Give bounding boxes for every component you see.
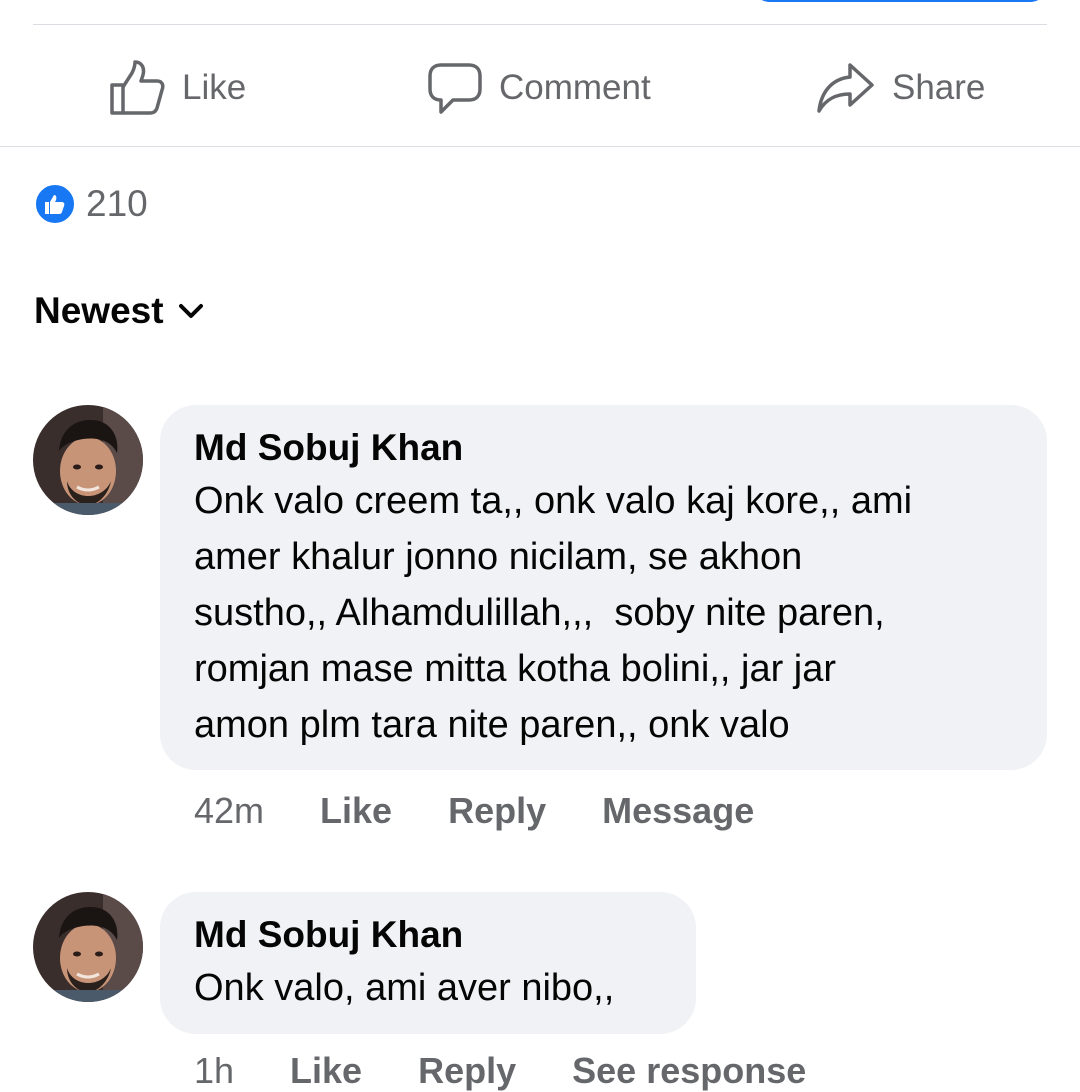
divider bbox=[33, 24, 1047, 25]
comment-text-line: sustho,, Alhamdulillah,,, soby nite pare… bbox=[194, 592, 885, 634]
share-button[interactable]: Share bbox=[816, 56, 985, 120]
comment-like-button[interactable]: Like bbox=[290, 1050, 362, 1092]
reaction-count: 210 bbox=[86, 183, 148, 224]
like-label: Like bbox=[182, 68, 247, 107]
comment-text-line: amer khalur jonno nicilam, se akhon bbox=[194, 536, 803, 578]
comment-button[interactable]: Comment bbox=[427, 56, 651, 120]
see-response-button[interactable]: See response bbox=[572, 1050, 806, 1092]
comment-timestamp[interactable]: 1h bbox=[194, 1050, 234, 1092]
comment-icon bbox=[428, 63, 482, 114]
avatar[interactable] bbox=[33, 892, 143, 1002]
comment-bubble[interactable]: Md Sobuj Khan Onk valo, ami aver nibo,, bbox=[160, 892, 696, 1034]
comment-meta: 1h Like Reply See response bbox=[194, 1050, 862, 1092]
share-label: Share bbox=[892, 68, 986, 107]
comment-text-line: Onk valo creem ta,, onk valo kaj kore,, … bbox=[194, 480, 913, 522]
avatar[interactable] bbox=[33, 405, 143, 515]
sort-dropdown[interactable]: Newest bbox=[34, 290, 204, 332]
comment-author[interactable]: Md Sobuj Khan bbox=[194, 910, 662, 960]
comment-timestamp[interactable]: 42m bbox=[194, 790, 264, 832]
comment-author[interactable]: Md Sobuj Khan bbox=[194, 423, 1013, 473]
comment-text-line: amon plm tara nite paren,, onk valo bbox=[194, 704, 790, 746]
comment-like-button[interactable]: Like bbox=[320, 790, 392, 832]
sort-label: Newest bbox=[34, 290, 164, 331]
chevron-down-icon bbox=[178, 304, 203, 318]
top-action-button[interactable] bbox=[755, 0, 1045, 2]
comment-message-button[interactable]: Message bbox=[602, 790, 754, 832]
share-arrow-icon bbox=[817, 63, 874, 113]
divider bbox=[0, 146, 1080, 147]
reactions-summary[interactable]: 210 bbox=[34, 183, 148, 225]
like-button[interactable]: Like bbox=[108, 56, 246, 120]
like-badge-icon bbox=[34, 183, 76, 225]
comment-text-line: romjan mase mitta kotha bolini,, jar jar bbox=[194, 648, 837, 690]
comment-text-line: Onk valo, ami aver nibo,, bbox=[194, 967, 615, 1009]
thumbs-up-icon bbox=[110, 60, 165, 115]
comment-reply-button[interactable]: Reply bbox=[448, 790, 546, 832]
comment-meta: 42m Like Reply Message bbox=[194, 790, 810, 832]
comment-reply-button[interactable]: Reply bbox=[418, 1050, 516, 1092]
comment-bubble[interactable]: Md Sobuj Khan Onk valo creem ta,, onk va… bbox=[160, 405, 1047, 770]
comment-label: Comment bbox=[499, 68, 651, 107]
